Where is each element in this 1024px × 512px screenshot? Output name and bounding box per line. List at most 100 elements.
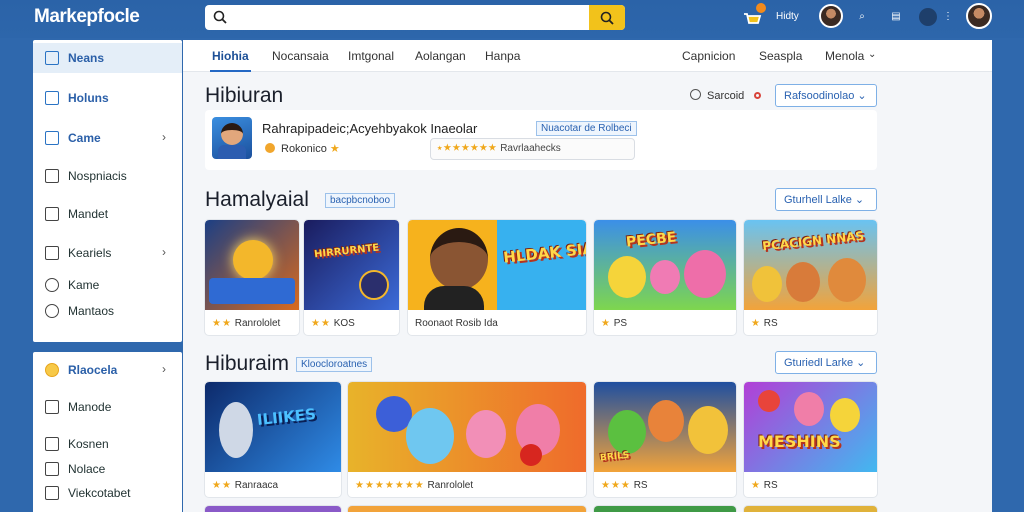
profile-avatar[interactable]: [966, 3, 992, 29]
game-meta-text: KOS: [333, 318, 355, 329]
game-card[interactable]: PCACIGN NNAS ★ RS: [744, 220, 877, 335]
search-bar: [205, 5, 625, 30]
sidebar-item-viekcotabet[interactable]: Viekcotabet: [33, 478, 182, 508]
inbox-icon[interactable]: ▤: [888, 9, 904, 25]
game-card[interactable]: [594, 506, 736, 512]
doc-icon: [45, 437, 59, 451]
user-name[interactable]: Hidty: [776, 11, 799, 39]
game-art-title: HLDAK SIARIES: [502, 235, 586, 267]
game-art-title: PECBE: [625, 229, 678, 251]
cart-badge: [756, 3, 766, 13]
grid-icon: [45, 486, 59, 500]
page-title: Hibiuran: [205, 84, 284, 107]
game-card[interactable]: HIRRURNTE ★★ KOS: [304, 220, 399, 335]
stars-icon: ★: [751, 480, 761, 491]
search-button[interactable]: [589, 5, 625, 30]
game-card[interactable]: [744, 506, 877, 512]
cart-button[interactable]: [742, 3, 766, 32]
sidebar-item-mandet[interactable]: Mandet: [33, 199, 182, 229]
filter-button[interactable]: Rafsoodinolao ⌄: [775, 84, 877, 107]
game-card[interactable]: ILIIKES ★★ Ranraaca: [205, 382, 341, 497]
sidebar-item-label: Mantaos: [68, 304, 115, 318]
see-all-button[interactable]: Gturiedl Larke ⌄: [775, 351, 877, 374]
game-art: PCACIGN NNAS: [744, 220, 877, 310]
game-meta: ★★ KOS: [311, 318, 355, 329]
game-card[interactable]: [205, 506, 341, 512]
game-art: BRILS: [594, 382, 736, 472]
game-meta: ★ PS: [601, 318, 627, 329]
game-card[interactable]: PECBE ★ PS: [594, 220, 736, 335]
tab-hiohia[interactable]: Hiohia: [210, 49, 251, 72]
game-art: PECBE: [594, 220, 736, 310]
status-icon[interactable]: [919, 8, 937, 26]
sort-search[interactable]: Sarcoid: [690, 89, 744, 102]
sidebar-item-label: Kame: [68, 278, 100, 292]
featured-card[interactable]: Rahrapipadeic;Acyehbyakok Inaeolar Nuaco…: [205, 110, 877, 170]
sidebar-item-holuns[interactable]: Holuns: [33, 83, 182, 113]
coin-icon: [45, 363, 59, 377]
tab-nocansaia[interactable]: Nocansaia: [272, 49, 329, 63]
sidebar-item-label: Mandet: [68, 207, 109, 221]
sidebar-primary: Neans Holuns Came › Nospniacis Mandet Ke…: [33, 40, 182, 342]
sidebar-item-rlaocela[interactable]: Rlaocela ›: [33, 355, 182, 385]
game-art-title: MESHINS: [758, 432, 841, 451]
game-meta: ★★ Ranrololet: [212, 318, 280, 329]
game-card[interactable]: BRILS ★★★ RS: [594, 382, 736, 497]
search-icon: [213, 10, 227, 24]
game-card[interactable]: [348, 506, 586, 512]
tab-menola[interactable]: Menola: [825, 49, 864, 63]
star-icon: ★: [329, 143, 341, 155]
search-icon[interactable]: ⌕: [854, 9, 870, 25]
sidebar-item-label: Rlaocela: [68, 363, 118, 377]
sidebar-item-nospniacis[interactable]: Nospniacis: [33, 161, 182, 191]
tab-bar: Hiohia Nocansaia Imtgonal Aolangan Hanpa…: [183, 40, 992, 72]
sidebar-secondary: Rlaocela › Manode Kosnen Nolace Viekcota…: [33, 352, 182, 512]
image-icon: [45, 207, 59, 221]
sidebar-item-label: Nospniacis: [68, 169, 127, 183]
featured-coins: Rokonico ★: [265, 142, 341, 155]
featured-tag: Nuacotar de Rolbeci: [536, 121, 637, 136]
stars-icon: ★★★★★★★: [355, 480, 425, 491]
tab-imtgonal[interactable]: Imtgonal: [348, 49, 394, 63]
sidebar-item-mantaos[interactable]: Mantaos: [33, 296, 182, 326]
game-card[interactable]: MESHINS ★ RS: [744, 382, 877, 497]
featured-coin-label: Rokonico: [281, 143, 327, 155]
more-icon[interactable]: ⋮: [940, 9, 956, 25]
list-icon: [45, 169, 59, 183]
chevron-down-icon[interactable]: ⌄: [868, 49, 876, 60]
square-icon: [45, 51, 59, 65]
tab-hanpa[interactable]: Hanpa: [485, 49, 520, 63]
section-title: Hamalyaial: [205, 188, 309, 211]
tab-aolangan[interactable]: Aolangan: [415, 49, 466, 63]
section-tag: bacpbcnoboo: [325, 193, 396, 208]
tab-capnicion[interactable]: Capnicion: [682, 49, 735, 63]
sidebar-item-manode[interactable]: Manode: [33, 392, 182, 422]
game-meta-text: Roonaot Rosib Ida: [415, 318, 498, 329]
chevron-right-icon: ›: [162, 130, 166, 144]
sidebar-item-label: Keariels: [68, 246, 112, 260]
game-art-title: PCACIGN NNAS: [761, 228, 865, 254]
game-card[interactable]: HLDAK SIARIES Roonaot Rosib Ida: [408, 220, 586, 335]
search-input[interactable]: [233, 8, 583, 27]
rating-text: Ravrlaahecks: [500, 143, 561, 154]
image-icon: [45, 400, 59, 414]
game-art: ILIIKES: [205, 382, 341, 472]
section-title: Hiburaim: [205, 352, 290, 375]
featured-title: Rahrapipadeic;Acyehbyakok Inaeolar: [262, 121, 478, 136]
stars-icon: ⭑★★★★★★: [437, 143, 498, 154]
stars-icon: ★: [601, 318, 611, 329]
app-logo[interactable]: Markepfocle: [34, 6, 140, 28]
tab-seaspla[interactable]: Seaspla: [759, 49, 802, 63]
game-card[interactable]: ★★★★★★★ Ranrololet: [348, 382, 586, 497]
game-meta-text: RS: [633, 480, 648, 491]
sidebar-item-neans[interactable]: Neans: [33, 43, 182, 73]
game-meta-text: Ranraaca: [234, 480, 279, 491]
game-card[interactable]: ★★ Ranrololet: [205, 220, 299, 335]
sidebar-item-came[interactable]: Came ›: [33, 123, 182, 153]
see-all-button[interactable]: Gturhell Lalke ⌄: [775, 188, 877, 211]
sidebar-item-keariels[interactable]: Keariels ›: [33, 238, 182, 268]
game-art: HLDAK SIARIES: [408, 220, 586, 310]
game-meta-text: Ranrololet: [427, 480, 474, 491]
avatar[interactable]: [819, 4, 843, 28]
sidebar-item-label: Viekcotabet: [68, 486, 131, 500]
